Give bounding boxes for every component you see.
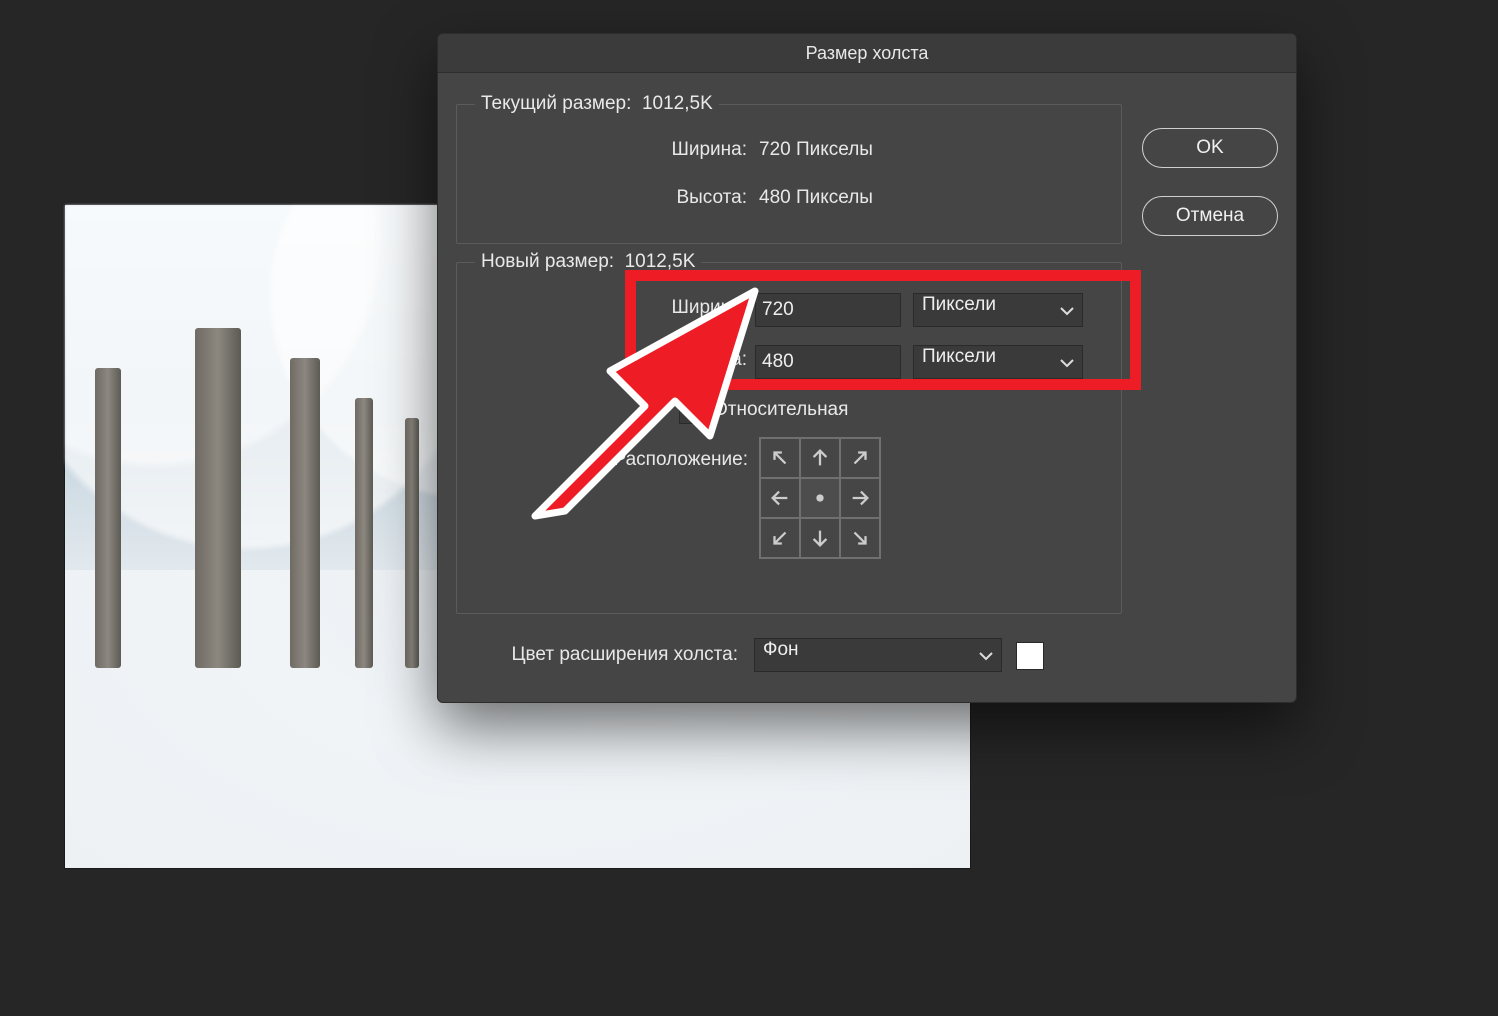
arrow-down-right-icon: [849, 527, 871, 549]
new-size-value: 1012,5K: [625, 251, 696, 272]
arrow-down-left-icon: [769, 527, 791, 549]
anchor-bottom-left[interactable]: [760, 518, 800, 558]
anchor-top-left[interactable]: [760, 438, 800, 478]
anchor-left[interactable]: [760, 478, 800, 518]
tree-trunk: [195, 328, 241, 668]
dot-icon: [809, 487, 831, 509]
chevron-down-icon: [978, 648, 994, 664]
arrow-up-icon: [809, 447, 831, 469]
arrow-left-icon: [769, 487, 791, 509]
anchor-bottom-right[interactable]: [840, 518, 880, 558]
extension-color-swatch[interactable]: [1016, 642, 1044, 670]
anchor-grid: [759, 437, 881, 559]
relative-checkbox[interactable]: [679, 400, 703, 424]
arrow-right-icon: [849, 487, 871, 509]
extension-color-value: Фон: [763, 639, 799, 660]
anchor-label: Расположение:: [493, 449, 748, 471]
arrow-down-icon: [809, 527, 831, 549]
anchor-center[interactable]: [800, 478, 840, 518]
current-size-group: Текущий размер: 1012,5K Ширина: 720 Пикс…: [456, 104, 1122, 244]
ok-button[interactable]: OK: [1142, 128, 1278, 168]
arrow-up-left-icon: [769, 447, 791, 469]
current-size-value: 1012,5K: [642, 93, 713, 114]
extension-color-label: Цвет расширения холста:: [448, 644, 738, 666]
tree-trunk: [405, 418, 419, 668]
dialog-title: Размер холста: [438, 34, 1296, 73]
current-height-value: 480 Пикселы: [759, 187, 873, 209]
anchor-right[interactable]: [840, 478, 880, 518]
anchor-top[interactable]: [800, 438, 840, 478]
arrow-up-right-icon: [849, 447, 871, 469]
extension-color-dropdown[interactable]: Фон: [754, 638, 1002, 672]
anchor-top-right[interactable]: [840, 438, 880, 478]
new-size-legend-label: Новый размер:: [481, 251, 614, 272]
relative-label: Относительная: [713, 399, 848, 421]
current-size-legend-label: Текущий размер:: [481, 93, 631, 114]
current-size-legend: Текущий размер: 1012,5K: [475, 93, 719, 115]
anchor-bottom[interactable]: [800, 518, 840, 558]
current-height-label: Высота:: [517, 187, 747, 209]
tree-trunk: [355, 398, 373, 668]
cancel-button[interactable]: Отмена: [1142, 196, 1278, 236]
current-width-value: 720 Пикселы: [759, 139, 873, 161]
annotation-highlight-box: [625, 270, 1141, 390]
tree-trunk: [95, 368, 121, 668]
current-width-label: Ширина:: [517, 139, 747, 161]
tree-trunk: [290, 358, 320, 668]
